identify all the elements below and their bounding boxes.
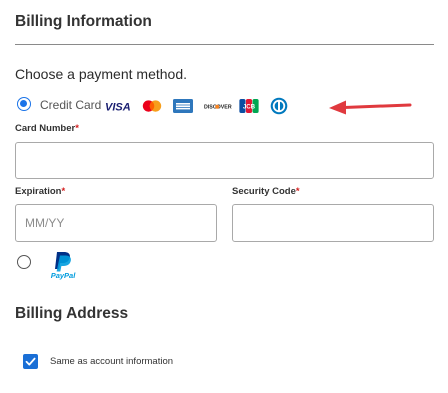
credit-card-label[interactable]: Credit Card — [40, 98, 101, 112]
billing-address-title: Billing Address — [15, 305, 129, 322]
paypal-logo-text: PayPal — [51, 271, 77, 280]
security-code-input[interactable] — [232, 204, 434, 242]
card-number-input[interactable] — [15, 142, 434, 179]
security-code-label-text: Security Code — [232, 186, 296, 197]
expiration-label: Expiration* — [15, 186, 65, 197]
payment-method-prompt: Choose a payment method. — [15, 66, 187, 82]
visa-logo-text: VISA — [105, 102, 130, 114]
required-mark: * — [295, 186, 300, 197]
amex-icon — [173, 99, 193, 113]
same-as-account-checkbox[interactable] — [23, 354, 38, 369]
jcb-icon: JCB — [239, 99, 259, 113]
paypal-logo[interactable]: PayPal — [46, 250, 80, 280]
expiration-label-text: Expiration — [15, 186, 62, 197]
same-as-account-label[interactable]: Same as account information — [50, 356, 173, 367]
visa-icon: VISA — [105, 102, 130, 114]
mastercard-icon — [142, 100, 162, 112]
required-mark: * — [75, 123, 79, 134]
billing-information-title: Billing Information — [15, 13, 152, 30]
expiration-input[interactable] — [15, 204, 217, 242]
credit-card-radio[interactable] — [17, 97, 31, 111]
required-mark: * — [61, 186, 66, 197]
jcb-logo-text: JCB — [243, 104, 256, 111]
checkmark-icon — [25, 357, 36, 366]
card-number-label: Card Number* — [15, 123, 79, 134]
annotation-arrow-icon — [329, 100, 412, 115]
paypal-radio[interactable] — [17, 255, 31, 269]
diners-club-icon — [270, 97, 288, 115]
security-code-label: Security Code* — [232, 186, 300, 197]
card-number-label-text: Card Number — [15, 123, 76, 134]
discover-icon: DISCOVER — [204, 105, 232, 111]
section-divider — [15, 44, 434, 45]
